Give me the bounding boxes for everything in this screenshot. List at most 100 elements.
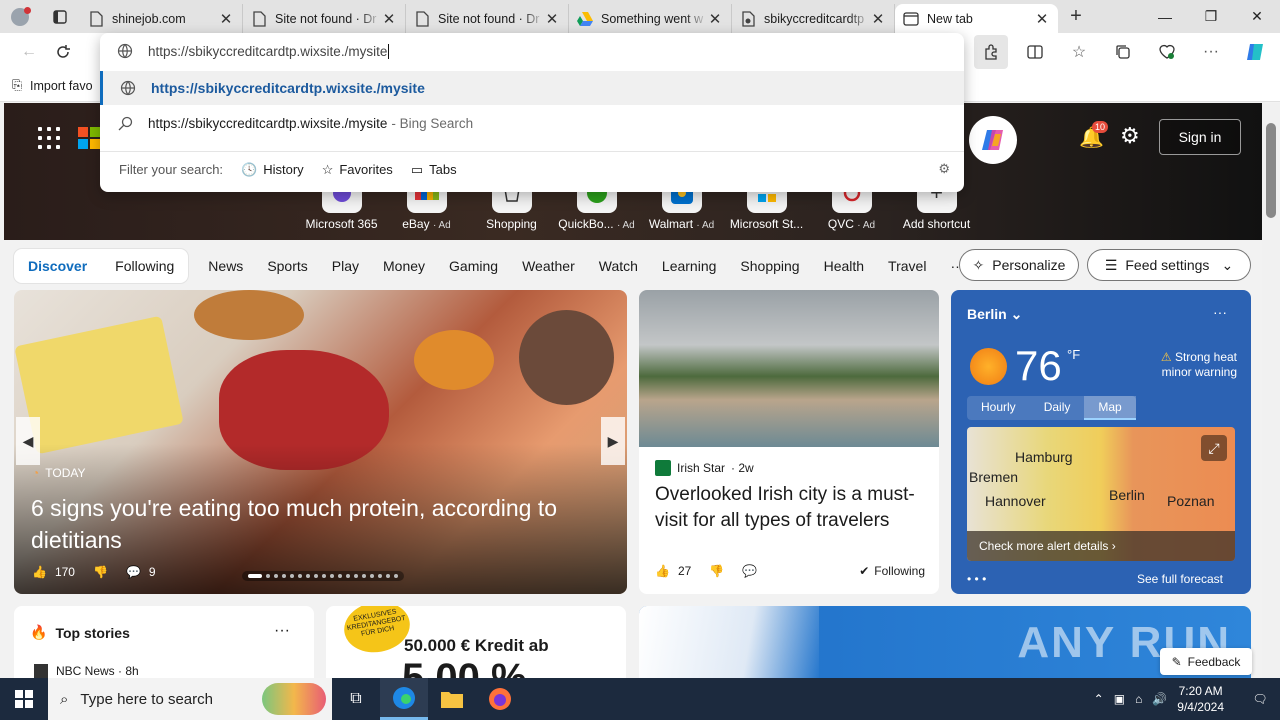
category-watch[interactable]: Watch — [587, 258, 650, 274]
filter-settings-icon[interactable]: ⚙ — [938, 161, 950, 177]
close-tab-icon[interactable]: ✕ — [218, 10, 234, 28]
address-bar[interactable]: https://sbikyccreditcardtp.wixsite./mysi… — [100, 33, 964, 69]
carousel-dots[interactable] — [242, 571, 404, 581]
collections-icon[interactable] — [1106, 35, 1140, 69]
tab-following[interactable]: Following — [101, 258, 188, 274]
tab-2[interactable]: Site not found · Dr ✕ — [406, 4, 569, 33]
taskbar-search[interactable]: ⌕ Type here to search — [48, 678, 332, 720]
scrollbar-thumb[interactable] — [1266, 123, 1276, 218]
clock[interactable]: 7:20 AM 9/4/2024 — [1177, 683, 1224, 715]
favorites-icon[interactable]: ☆ — [1062, 35, 1096, 69]
task-view-icon[interactable]: ⧉ — [332, 678, 380, 720]
volume-icon[interactable]: 🔊 — [1152, 692, 1167, 706]
edge-taskbar-icon[interactable] — [380, 678, 428, 720]
ad-card[interactable]: EXKLUSIVES KREDITANGEBOT FÜR DICH 50.000… — [326, 606, 626, 678]
feed-settings-button[interactable]: ☰ Feed settings ⌄ — [1087, 249, 1251, 281]
tab-actions-button[interactable] — [40, 0, 80, 33]
category-gaming[interactable]: Gaming — [437, 258, 510, 274]
firefox-icon[interactable] — [476, 678, 524, 720]
address-input[interactable]: https://sbikyccreditcardtp.wixsite./mysi… — [148, 44, 387, 59]
app-launcher-icon[interactable] — [38, 127, 60, 149]
tab-5[interactable]: New tab ✕ — [895, 4, 1058, 33]
close-window-icon[interactable]: ✕ — [1234, 0, 1280, 33]
split-screen-icon[interactable] — [1018, 35, 1052, 69]
tab-0[interactable]: shinejob.com ✕ — [80, 4, 243, 33]
story-card[interactable]: Irish Star · 2w Overlooked Irish city is … — [639, 290, 939, 594]
filter-history[interactable]: 🕓 History — [241, 162, 304, 178]
category-shopping[interactable]: Shopping — [728, 258, 811, 274]
suggestion-url[interactable]: https://sbikyccreditcardtp.wixsite./mysi… — [100, 71, 964, 105]
close-tab-icon[interactable]: ✕ — [381, 10, 397, 28]
category-news[interactable]: News — [196, 258, 255, 274]
category-travel[interactable]: Travel — [876, 258, 938, 274]
restore-icon[interactable]: ❐ — [1188, 0, 1234, 33]
tab-4[interactable]: sbikyccreditcardtp ✕ — [732, 4, 895, 33]
page-settings-icon[interactable]: ⚙ — [1120, 123, 1140, 149]
alert-details-link[interactable]: Check more alert details › — [967, 531, 1235, 561]
settings-more-icon[interactable]: ··· — [1194, 35, 1228, 69]
import-favorites-icon[interactable]: ⎘ — [12, 78, 22, 93]
category-sports[interactable]: Sports — [255, 258, 319, 274]
weather-warning[interactable]: ⚠ Strong heat minor warning — [1139, 350, 1237, 380]
device-icon[interactable]: ▣ — [1114, 692, 1125, 706]
close-tab-icon[interactable]: ✕ — [544, 10, 560, 28]
weather-tab-hourly[interactable]: Hourly — [967, 396, 1030, 420]
story-headline[interactable]: Overlooked Irish city is a must-visit fo… — [655, 482, 925, 534]
category-money[interactable]: Money — [371, 258, 437, 274]
profile-button[interactable] — [0, 0, 40, 33]
full-forecast-link[interactable]: See full forecast — [1137, 572, 1223, 586]
tab-1[interactable]: Site not found · Dr ✕ — [243, 4, 406, 33]
like-icon[interactable]: 👍 — [655, 564, 670, 578]
category-learning[interactable]: Learning — [650, 258, 729, 274]
network-icon[interactable]: ⌂ — [1135, 692, 1142, 706]
extensions-icon[interactable] — [974, 34, 1008, 69]
filter-favorites[interactable]: ☆ Favorites — [322, 162, 393, 178]
more-options-icon[interactable]: ··· — [274, 622, 290, 640]
notification-center-icon[interactable]: 🗨 — [1240, 692, 1280, 706]
filter-tabs[interactable]: ▭ Tabs — [411, 162, 457, 178]
back-icon[interactable]: ← — [12, 35, 46, 69]
tab-discover[interactable]: Discover — [14, 258, 101, 274]
category-health[interactable]: Health — [812, 258, 876, 274]
comment-icon[interactable]: 💬 — [126, 565, 141, 579]
tab-3[interactable]: Something went w ✕ — [569, 4, 732, 33]
weather-tab-map[interactable]: Map — [1084, 396, 1136, 420]
like-icon[interactable]: 👍 — [32, 565, 47, 579]
carousel-next-icon[interactable]: ▶ — [601, 417, 625, 465]
minimize-icon[interactable]: — — [1142, 0, 1188, 33]
copilot-icon[interactable] — [1238, 35, 1272, 69]
carousel-prev-icon[interactable]: ◀ — [16, 417, 40, 465]
copilot-button[interactable] — [969, 116, 1017, 164]
close-tab-icon[interactable]: ✕ — [1034, 10, 1050, 28]
vertical-scrollbar[interactable] — [1262, 103, 1280, 678]
chevron-up-icon[interactable]: ⌃ — [1094, 692, 1104, 706]
story-headline[interactable]: 6 signs you're eating too much protein, … — [31, 492, 616, 556]
windows-start-button[interactable] — [0, 678, 48, 720]
notifications-button[interactable]: 🔔 10 — [1079, 121, 1109, 150]
weather-map[interactable]: Hamburg Bremen Hannover Berlin Poznan ⤢ … — [967, 427, 1235, 561]
file-explorer-icon[interactable] — [428, 678, 476, 720]
comment-icon[interactable]: 💬 — [742, 564, 757, 578]
weather-city[interactable]: Berlin ⌄ — [967, 306, 1022, 323]
import-favorites-link[interactable]: Import favo — [30, 79, 93, 93]
more-options-icon[interactable]: ··· — [1213, 304, 1227, 320]
expand-icon[interactable]: ⤢ — [1201, 435, 1227, 461]
personalize-button[interactable]: ✧ Personalize — [959, 249, 1079, 281]
dislike-icon[interactable]: 👎 — [93, 565, 108, 579]
new-tab-button[interactable]: + — [1058, 0, 1094, 33]
weather-tab-daily[interactable]: Daily — [1030, 396, 1085, 420]
sign-in-button[interactable]: Sign in — [1159, 119, 1241, 155]
browser-essentials-icon[interactable] — [1150, 35, 1184, 69]
featured-story-card[interactable]: ◀ ▶ ◔ TODAY 6 signs you're eating too muc… — [14, 290, 627, 594]
category-weather[interactable]: Weather — [510, 258, 587, 274]
category-play[interactable]: Play — [320, 258, 371, 274]
weather-page-dots[interactable]: • • • — [967, 572, 986, 586]
weather-card[interactable]: Berlin ⌄ ··· 76 °F ⚠ Strong heat minor w… — [951, 290, 1251, 594]
following-status[interactable]: ✔ Following — [859, 564, 925, 578]
close-tab-icon[interactable]: ✕ — [870, 10, 886, 28]
dislike-icon[interactable]: 👎 — [709, 564, 724, 578]
suggestion-search[interactable]: https://sbikyccreditcardtp.wixsite./mysi… — [100, 106, 964, 140]
feedback-button[interactable]: ✎ Feedback — [1160, 648, 1252, 675]
refresh-icon[interactable] — [46, 35, 80, 69]
close-tab-icon[interactable]: ✕ — [707, 10, 723, 28]
